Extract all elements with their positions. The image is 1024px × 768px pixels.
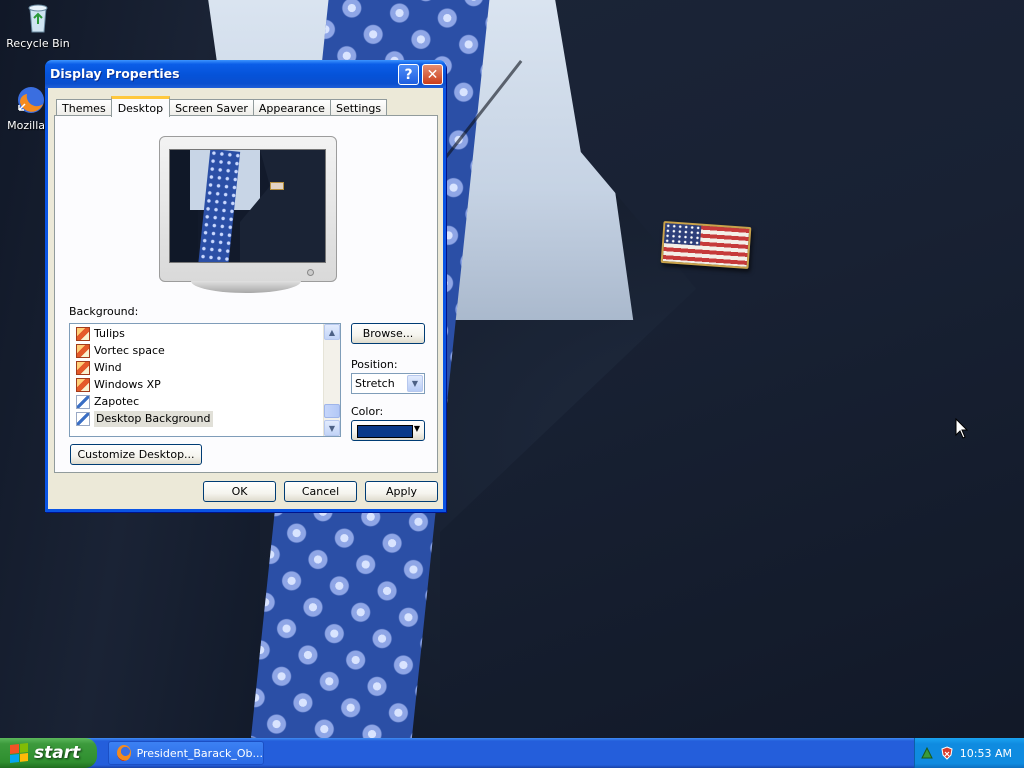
recycle-bin-icon xyxy=(22,2,54,34)
position-value: Stretch xyxy=(355,377,395,390)
image-file-icon xyxy=(76,361,90,375)
security-shield-icon[interactable] xyxy=(940,746,954,760)
background-list[interactable]: Tulips Vortec space Wind Windows XP Zapo… xyxy=(69,323,341,437)
list-item-selected[interactable]: Desktop Background xyxy=(76,411,213,427)
image-file-icon xyxy=(76,327,90,341)
pen-icon xyxy=(76,395,90,409)
list-item[interactable]: Zapotec xyxy=(76,394,139,410)
color-picker-button[interactable]: ▼ xyxy=(351,420,425,441)
taskbar-item-firefox[interactable]: President_Barack_Ob... xyxy=(108,741,264,765)
taskbar: start President_Barack_Ob... 10:53 AM xyxy=(0,738,1024,768)
close-icon: ✕ xyxy=(426,66,439,83)
chevron-down-icon: ▼ xyxy=(328,423,336,433)
chevron-down-icon: ▼ xyxy=(413,424,420,433)
list-item[interactable]: Tulips xyxy=(76,326,125,342)
monitor-stand xyxy=(191,281,301,293)
position-select[interactable]: Stretch ▼ xyxy=(351,373,425,394)
customize-desktop-button[interactable]: Customize Desktop... xyxy=(70,444,202,465)
clock[interactable]: 10:53 AM xyxy=(960,747,1012,760)
ok-button[interactable]: OK xyxy=(203,481,276,502)
close-button[interactable]: ✕ xyxy=(422,64,443,85)
firefox-icon xyxy=(15,84,47,116)
chevron-down-icon[interactable]: ▼ xyxy=(407,375,423,392)
start-label: start xyxy=(34,743,81,763)
desktop-icon-recycle-bin[interactable]: Recycle Bin xyxy=(2,2,74,50)
system-tray: 10:53 AM xyxy=(914,738,1024,768)
list-item[interactable]: Wind xyxy=(76,360,122,376)
scroll-up-button[interactable]: ▲ xyxy=(324,324,340,340)
network-icon[interactable] xyxy=(920,746,934,760)
list-scrollbar[interactable]: ▲ ▼ xyxy=(323,324,340,436)
image-file-icon xyxy=(76,378,90,392)
monitor-stand-container xyxy=(159,136,335,296)
image-file-icon xyxy=(76,344,90,358)
title-bar[interactable]: Display Properties ? ✕ xyxy=(45,60,446,88)
start-button[interactable]: start xyxy=(0,738,97,768)
browse-button[interactable]: Browse... xyxy=(351,323,425,344)
display-properties-window: Display Properties ? ✕ Themes Desktop Sc… xyxy=(45,60,446,512)
background-label: Background: xyxy=(69,305,139,318)
chevron-up-icon: ▲ xyxy=(328,327,336,337)
firefox-icon xyxy=(117,745,131,761)
list-item[interactable]: Vortec space xyxy=(76,343,165,359)
windows-logo-icon xyxy=(10,743,28,763)
scroll-thumb[interactable] xyxy=(324,404,340,418)
tab-desktop[interactable]: Desktop xyxy=(110,96,171,117)
desktop-icon-label: Recycle Bin xyxy=(6,37,70,50)
cancel-button[interactable]: Cancel xyxy=(284,481,357,502)
window-title: Display Properties xyxy=(50,66,180,81)
tab-strip: Themes Desktop Screen Saver Appearance S… xyxy=(56,96,388,117)
help-icon: ? xyxy=(404,66,413,83)
desktop-tab-panel: Background: Tulips Vortec space Wind Win… xyxy=(54,115,438,473)
position-label: Position: xyxy=(351,358,398,371)
help-button[interactable]: ? xyxy=(398,64,419,85)
pen-icon xyxy=(76,412,90,426)
color-label: Color: xyxy=(351,405,384,418)
apply-button[interactable]: Apply xyxy=(365,481,438,502)
scroll-down-button[interactable]: ▼ xyxy=(324,420,340,436)
list-item[interactable]: Windows XP xyxy=(76,377,161,393)
flag-pin xyxy=(660,220,752,270)
taskbar-item-label: President_Barack_Ob... xyxy=(136,746,263,760)
dialog-client: Themes Desktop Screen Saver Appearance S… xyxy=(48,88,443,509)
mouse-cursor-icon xyxy=(955,418,969,439)
color-swatch xyxy=(357,425,413,438)
